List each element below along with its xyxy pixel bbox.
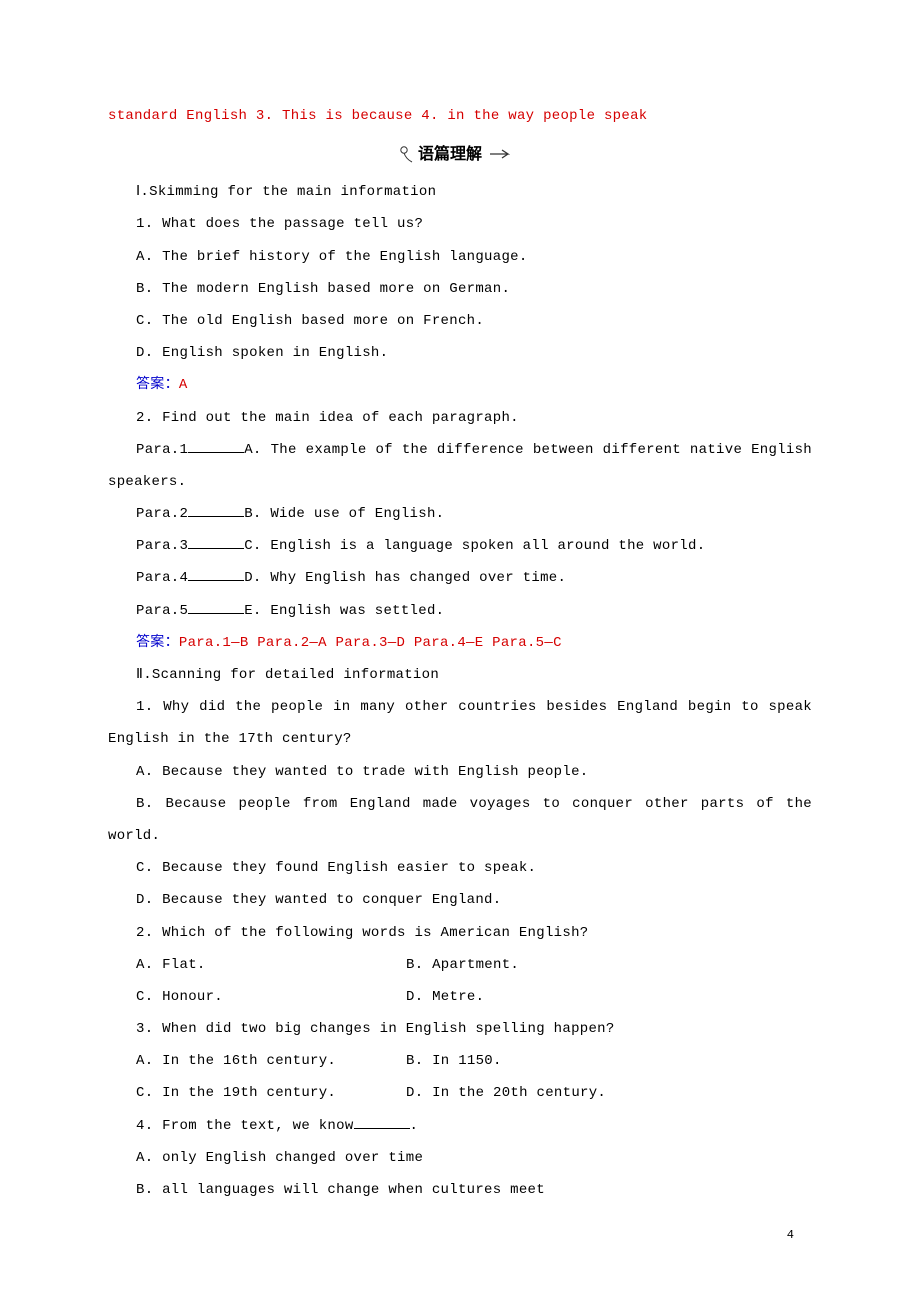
p2q2-stem: 2. Which of the following words is Ameri… xyxy=(108,917,812,949)
section-header: 语篇理解 xyxy=(108,138,812,168)
answer-value: A xyxy=(179,377,188,393)
p2q1-stem: 1. Why did the people in many other coun… xyxy=(108,691,812,755)
p2q4-stem: 4. From the text, we know. xyxy=(108,1110,812,1142)
q2-row-5: Para.5 E. English was settled. xyxy=(108,595,812,627)
part1-heading: Ⅰ.Skimming for the main information xyxy=(108,176,812,208)
p2q1-option-b: B. Because people from England made voya… xyxy=(108,788,812,852)
section-header-text: 语篇理解 xyxy=(418,144,482,163)
q2-answer: 答案：Para.1—B Para.2—A Para.3—D Para.4—E P… xyxy=(108,627,812,659)
p2q3-option-b: B. In 1150. xyxy=(406,1045,812,1077)
match-option: E. English was settled. xyxy=(244,603,444,619)
p2q3-option-a: A. In the 16th century. xyxy=(136,1045,406,1077)
para-label: Para.3 xyxy=(136,538,188,554)
fill-blank xyxy=(188,534,244,549)
q1-option-a: A. The brief history of the English lang… xyxy=(108,241,812,273)
p2q1-option-d: D. Because they wanted to conquer Englan… xyxy=(108,884,812,916)
p2q4-option-a: A. only English changed over time xyxy=(108,1142,812,1174)
para-label: Para.4 xyxy=(136,570,188,586)
q1-answer: 答案：A xyxy=(108,369,812,401)
stem-prefix: 4. From the text, we know xyxy=(136,1118,354,1134)
match-option: D. Why English has changed over time. xyxy=(244,570,566,586)
answer-label: 答案： xyxy=(136,635,179,651)
p2q1-option-a: A. Because they wanted to trade with Eng… xyxy=(108,756,812,788)
p2q2-option-d: D. Metre. xyxy=(406,981,812,1013)
match-option: B. Wide use of English. xyxy=(244,506,444,522)
p2q2-option-c: C. Honour. xyxy=(136,981,406,1013)
fill-blank xyxy=(188,438,244,453)
q1-stem: 1. What does the passage tell us? xyxy=(108,208,812,240)
p2q1-option-c: C. Because they found English easier to … xyxy=(108,852,812,884)
p2q3-option-d: D. In the 20th century. xyxy=(406,1077,812,1109)
p2q4-option-b: B. all languages will change when cultur… xyxy=(108,1174,812,1206)
fill-blank xyxy=(188,566,244,581)
fill-blank xyxy=(188,502,244,517)
q2-row-2: Para.2 B. Wide use of English. xyxy=(108,498,812,530)
q1-option-d: D. English spoken in English. xyxy=(108,337,812,369)
q2-stem: 2. Find out the main idea of each paragr… xyxy=(108,402,812,434)
continuation-line: standard English 3. This is because 4. i… xyxy=(108,100,812,132)
page-number: 4 xyxy=(787,1222,794,1250)
q1-option-b: B. The modern English based more on Germ… xyxy=(108,273,812,305)
stem-suffix: . xyxy=(410,1118,419,1134)
q1-option-c: C. The old English based more on French. xyxy=(108,305,812,337)
part2-heading: Ⅱ.Scanning for detailed information xyxy=(108,659,812,691)
q2-row-3: Para.3 C. English is a language spoken al… xyxy=(108,530,812,562)
p2q3-option-c: C. In the 19th century. xyxy=(136,1077,406,1109)
p2q3-stem: 3. When did two big changes in English s… xyxy=(108,1013,812,1045)
q2-row-1: Para.1A. The example of the difference b… xyxy=(108,434,812,498)
q2-row-4: Para.4 D. Why English has changed over ti… xyxy=(108,562,812,594)
fill-blank xyxy=(354,1114,410,1129)
match-option: C. English is a language spoken all arou… xyxy=(244,538,705,554)
para-label: Para.5 xyxy=(136,603,188,619)
p2q2-option-a: A. Flat. xyxy=(136,949,406,981)
para-label: Para.1 xyxy=(136,442,188,458)
fill-blank xyxy=(188,599,244,614)
para-label: Para.2 xyxy=(136,506,188,522)
answer-label: 答案： xyxy=(136,377,179,393)
p2q2-option-b: B. Apartment. xyxy=(406,949,812,981)
answer-value: Para.1—B Para.2—A Para.3—D Para.4—E Para… xyxy=(179,635,562,651)
